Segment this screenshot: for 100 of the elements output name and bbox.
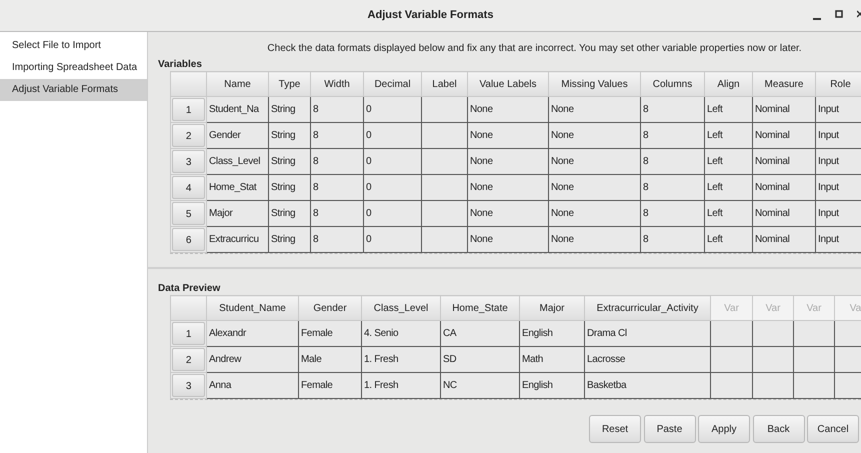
table-cell: None xyxy=(548,200,640,226)
table-cell: Basketba xyxy=(584,372,710,398)
column-header[interactable]: Home_State xyxy=(440,296,520,320)
table-cell: Input xyxy=(816,122,861,148)
dialog-button[interactable]: Apply xyxy=(698,415,750,443)
table-cell: Class_Level xyxy=(206,148,268,174)
table-cell xyxy=(794,346,834,372)
section-title: Variables xyxy=(158,59,202,70)
table-cell: None xyxy=(548,226,640,252)
table-cell: 0 xyxy=(364,122,422,148)
table-cell: 0 xyxy=(364,96,422,122)
table-cell: None xyxy=(468,122,548,148)
table-cell: Left xyxy=(704,200,752,226)
close-icon[interactable] xyxy=(857,10,861,18)
dialog-button[interactable]: Reset xyxy=(589,415,641,443)
column-header[interactable]: Measure xyxy=(752,72,816,96)
table-cell: 1. Fresh xyxy=(362,372,440,398)
instruction-text: Check the data formats displayed below and fix any that are incorrect. You may set other variable properties now or later. xyxy=(266,42,803,56)
table-cell: 4. Senio xyxy=(362,320,440,346)
row-number-button[interactable]: 3 xyxy=(172,374,205,397)
table-cell: Male xyxy=(298,346,362,372)
dialog-button[interactable]: Back xyxy=(752,415,804,443)
window-title: Adjust Variable Formats xyxy=(368,8,494,24)
table-cell: Lacrosse xyxy=(584,346,710,372)
table-cell: Female xyxy=(298,372,362,398)
row-number-button[interactable]: 2 xyxy=(172,124,205,147)
row-number-button[interactable]: 6 xyxy=(172,228,205,251)
table-cell: None xyxy=(468,96,548,122)
dialog-button[interactable]: Cancel xyxy=(807,415,859,443)
table-cell xyxy=(710,372,752,398)
column-header[interactable]: Decimal xyxy=(364,72,422,96)
column-header[interactable]: Width xyxy=(310,72,364,96)
column-header[interactable]: Columns xyxy=(640,72,704,96)
column-header[interactable]: Gender xyxy=(298,296,362,320)
table-cell: None xyxy=(468,148,548,174)
table-cell: 0 xyxy=(364,148,422,174)
table-cell: Left xyxy=(704,174,752,200)
table-cell: 8 xyxy=(640,174,704,200)
column-header[interactable]: Major xyxy=(520,296,584,320)
table-cell: Left xyxy=(704,122,752,148)
dialog-button[interactable]: Paste xyxy=(644,415,696,443)
table-cell: Nominal xyxy=(752,200,816,226)
table-cell: Extracurricu xyxy=(206,226,268,252)
table-cell: SD xyxy=(440,346,520,372)
table-cell: Left xyxy=(704,96,752,122)
table-cell: Nominal xyxy=(752,174,816,200)
table-cell: Andrew xyxy=(206,346,298,372)
table-cell: Drama Cl xyxy=(584,320,710,346)
table-cell: Nominal xyxy=(752,96,816,122)
table-cell: Anna xyxy=(206,372,298,398)
row-number-button[interactable]: 3 xyxy=(172,150,205,173)
column-header[interactable]: Align xyxy=(704,72,752,96)
column-header[interactable]: Label xyxy=(422,72,468,96)
row-number-button[interactable]: 2 xyxy=(172,348,205,371)
column-header[interactable]: Value Labels xyxy=(468,72,548,96)
table-cell: None xyxy=(548,122,640,148)
table-cell xyxy=(422,96,468,122)
table-cell: 8 xyxy=(640,200,704,226)
column-header[interactable]: Role xyxy=(816,72,861,96)
table-cell xyxy=(710,346,752,372)
table-cell: Left xyxy=(704,226,752,252)
column-header[interactable]: Class_Level xyxy=(362,296,440,320)
table-cell: 8 xyxy=(310,226,364,252)
column-header[interactable]: Student_Name xyxy=(206,296,298,320)
table-cell: Left xyxy=(704,148,752,174)
column-header[interactable]: Name xyxy=(206,72,268,96)
table-cell: None xyxy=(548,96,640,122)
maximize-icon[interactable] xyxy=(835,10,843,18)
table-cell: 8 xyxy=(310,148,364,174)
table-cell xyxy=(752,372,794,398)
column-header[interactable]: Missing Values xyxy=(548,72,640,96)
table-cell: Input xyxy=(816,226,861,252)
table-cell xyxy=(422,122,468,148)
table-cell: String xyxy=(268,200,310,226)
sidebar-item[interactable]: Importing Spreadsheet Data xyxy=(0,56,147,78)
table-cell: Input xyxy=(816,174,861,200)
column-header[interactable]: Type xyxy=(268,72,310,96)
table-cell: None xyxy=(468,200,548,226)
table-cell: 8 xyxy=(640,226,704,252)
table-cell: English xyxy=(520,320,584,346)
table-cell: Math xyxy=(520,346,584,372)
row-number-button[interactable]: 5 xyxy=(172,202,205,225)
table-cell: String xyxy=(268,96,310,122)
table-cell: None xyxy=(548,148,640,174)
table-cell xyxy=(422,174,468,200)
table-cell: Female xyxy=(298,320,362,346)
table-cell: 8 xyxy=(640,96,704,122)
section-title: Data Preview xyxy=(158,283,220,294)
row-number-button[interactable]: 1 xyxy=(172,322,205,345)
sidebar-item[interactable]: Adjust Variable Formats xyxy=(0,78,147,100)
table-cell xyxy=(752,320,794,346)
row-number-button[interactable]: 1 xyxy=(172,98,205,121)
table-cell: Home_Stat xyxy=(206,174,268,200)
table-cell: 8 xyxy=(310,122,364,148)
table-cell: Input xyxy=(816,148,861,174)
table-cell: Input xyxy=(816,96,861,122)
table-cell: String xyxy=(268,148,310,174)
row-number-button[interactable]: 4 xyxy=(172,176,205,199)
column-header[interactable]: Extracurricular_Activity xyxy=(584,296,710,320)
sidebar-item[interactable]: Select File to Import xyxy=(0,34,147,56)
